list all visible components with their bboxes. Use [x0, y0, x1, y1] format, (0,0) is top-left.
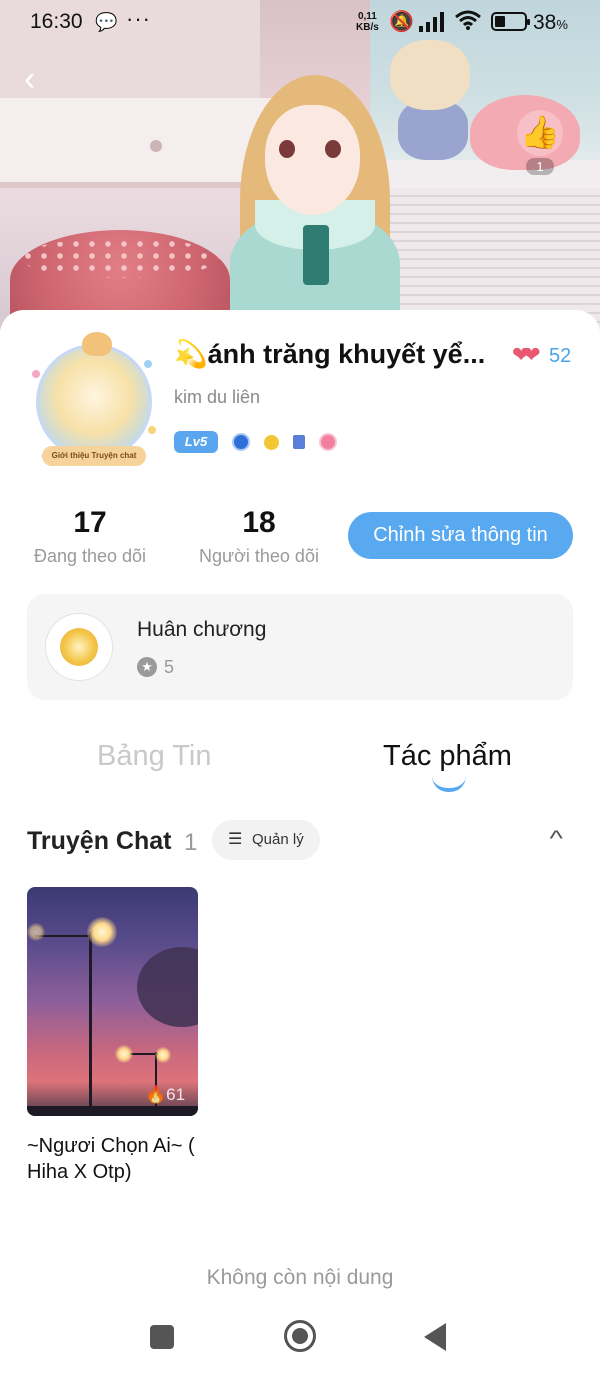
more-notifications-icon: ··· — [126, 6, 151, 31]
hearts-count: 52 — [549, 345, 572, 367]
system-navigation-bar — [0, 1305, 600, 1375]
flame-icon: 🔥 — [145, 1085, 167, 1104]
level-badge[interactable]: Lv5 — [174, 431, 218, 453]
story-views: 🔥61 — [145, 1085, 186, 1104]
recent-apps-icon[interactable] — [150, 1325, 174, 1349]
following-count: 17 — [73, 506, 107, 539]
sort-lines-icon: ☰ — [228, 831, 243, 848]
network-speed-unit: KB/s — [356, 22, 379, 33]
like-button[interactable]: 👍 1 — [512, 110, 568, 180]
medal-icon — [45, 613, 113, 681]
status-bar: 16:30 💬 ··· 0,11 KB/s 🔕 38% — [0, 0, 600, 46]
chat-notification-icon: 💬 — [95, 12, 118, 32]
sparkle-icon: 💫 — [174, 339, 208, 369]
like-count: 1 — [526, 158, 554, 175]
bear-crown-icon — [82, 332, 112, 356]
tab-news-feed[interactable]: Bảng Tin — [97, 740, 211, 773]
blue-drop-badge-icon[interactable] — [232, 433, 250, 451]
thumbs-up-icon: 👍 — [517, 110, 563, 156]
manage-label: Quản lý — [252, 831, 304, 848]
avatar[interactable]: Giới thiệu Truyện chat — [28, 330, 160, 470]
network-speed: 0,11 KB/s — [356, 11, 379, 33]
section-count: 1 — [184, 829, 198, 856]
medal-count: 5 — [164, 657, 175, 677]
status-time: 16:30 — [30, 10, 83, 33]
medal-title: Huân chương — [137, 618, 267, 641]
followers-stat[interactable]: 18 Người theo dõi — [186, 506, 332, 567]
medal-card[interactable]: Huân chương ★ 5 — [27, 594, 573, 700]
manage-button[interactable]: ☰ Quản lý — [212, 820, 320, 860]
followers-label: Người theo dõi — [199, 546, 319, 566]
following-label: Đang theo dõi — [33, 546, 147, 566]
edit-profile-button[interactable]: Chỉnh sửa thông tin — [348, 512, 573, 559]
home-icon[interactable] — [284, 1320, 316, 1352]
followers-count: 18 — [242, 506, 276, 539]
tab-works[interactable]: Tác phẩm — [383, 740, 512, 773]
profile-display-name: 💫ánh trăng khuyết yể... — [174, 339, 486, 369]
profile-username: kim du liên — [174, 387, 261, 407]
wifi-icon — [455, 10, 481, 30]
avatar-caption: Giới thiệu Truyện chat — [42, 446, 146, 466]
following-stat[interactable]: 17 Đang theo dõi — [20, 506, 160, 567]
star-icon: ★ — [137, 657, 157, 677]
back-triangle-icon[interactable] — [424, 1323, 446, 1351]
network-speed-value: 0,11 — [357, 11, 377, 22]
back-arrow-icon[interactable]: ‹ — [24, 62, 54, 96]
end-of-content-message: Không còn nội dung — [206, 1266, 394, 1289]
battery-percentage: 38% — [533, 11, 568, 34]
story-card[interactable]: 🔥61 — [27, 887, 198, 1116]
flag-badge-icon[interactable] — [293, 435, 305, 449]
mute-bell-icon: 🔕 — [389, 11, 414, 33]
profile-cover-image — [0, 0, 600, 330]
section-title: Truyện Chat — [27, 827, 172, 855]
chevron-up-icon[interactable]: ^ — [549, 826, 562, 852]
badge-row: Lv5 — [174, 431, 337, 453]
battery-icon — [491, 12, 530, 31]
story-title[interactable]: ~Ngươi Chọn Ai~ ( Hiha X Otp) — [27, 1133, 207, 1185]
pink-gem-badge-icon[interactable] — [319, 433, 337, 451]
hearts-icon: ❤❤ — [512, 342, 541, 367]
gold-coin-badge-icon[interactable] — [264, 434, 279, 450]
signal-icon — [419, 12, 444, 32]
